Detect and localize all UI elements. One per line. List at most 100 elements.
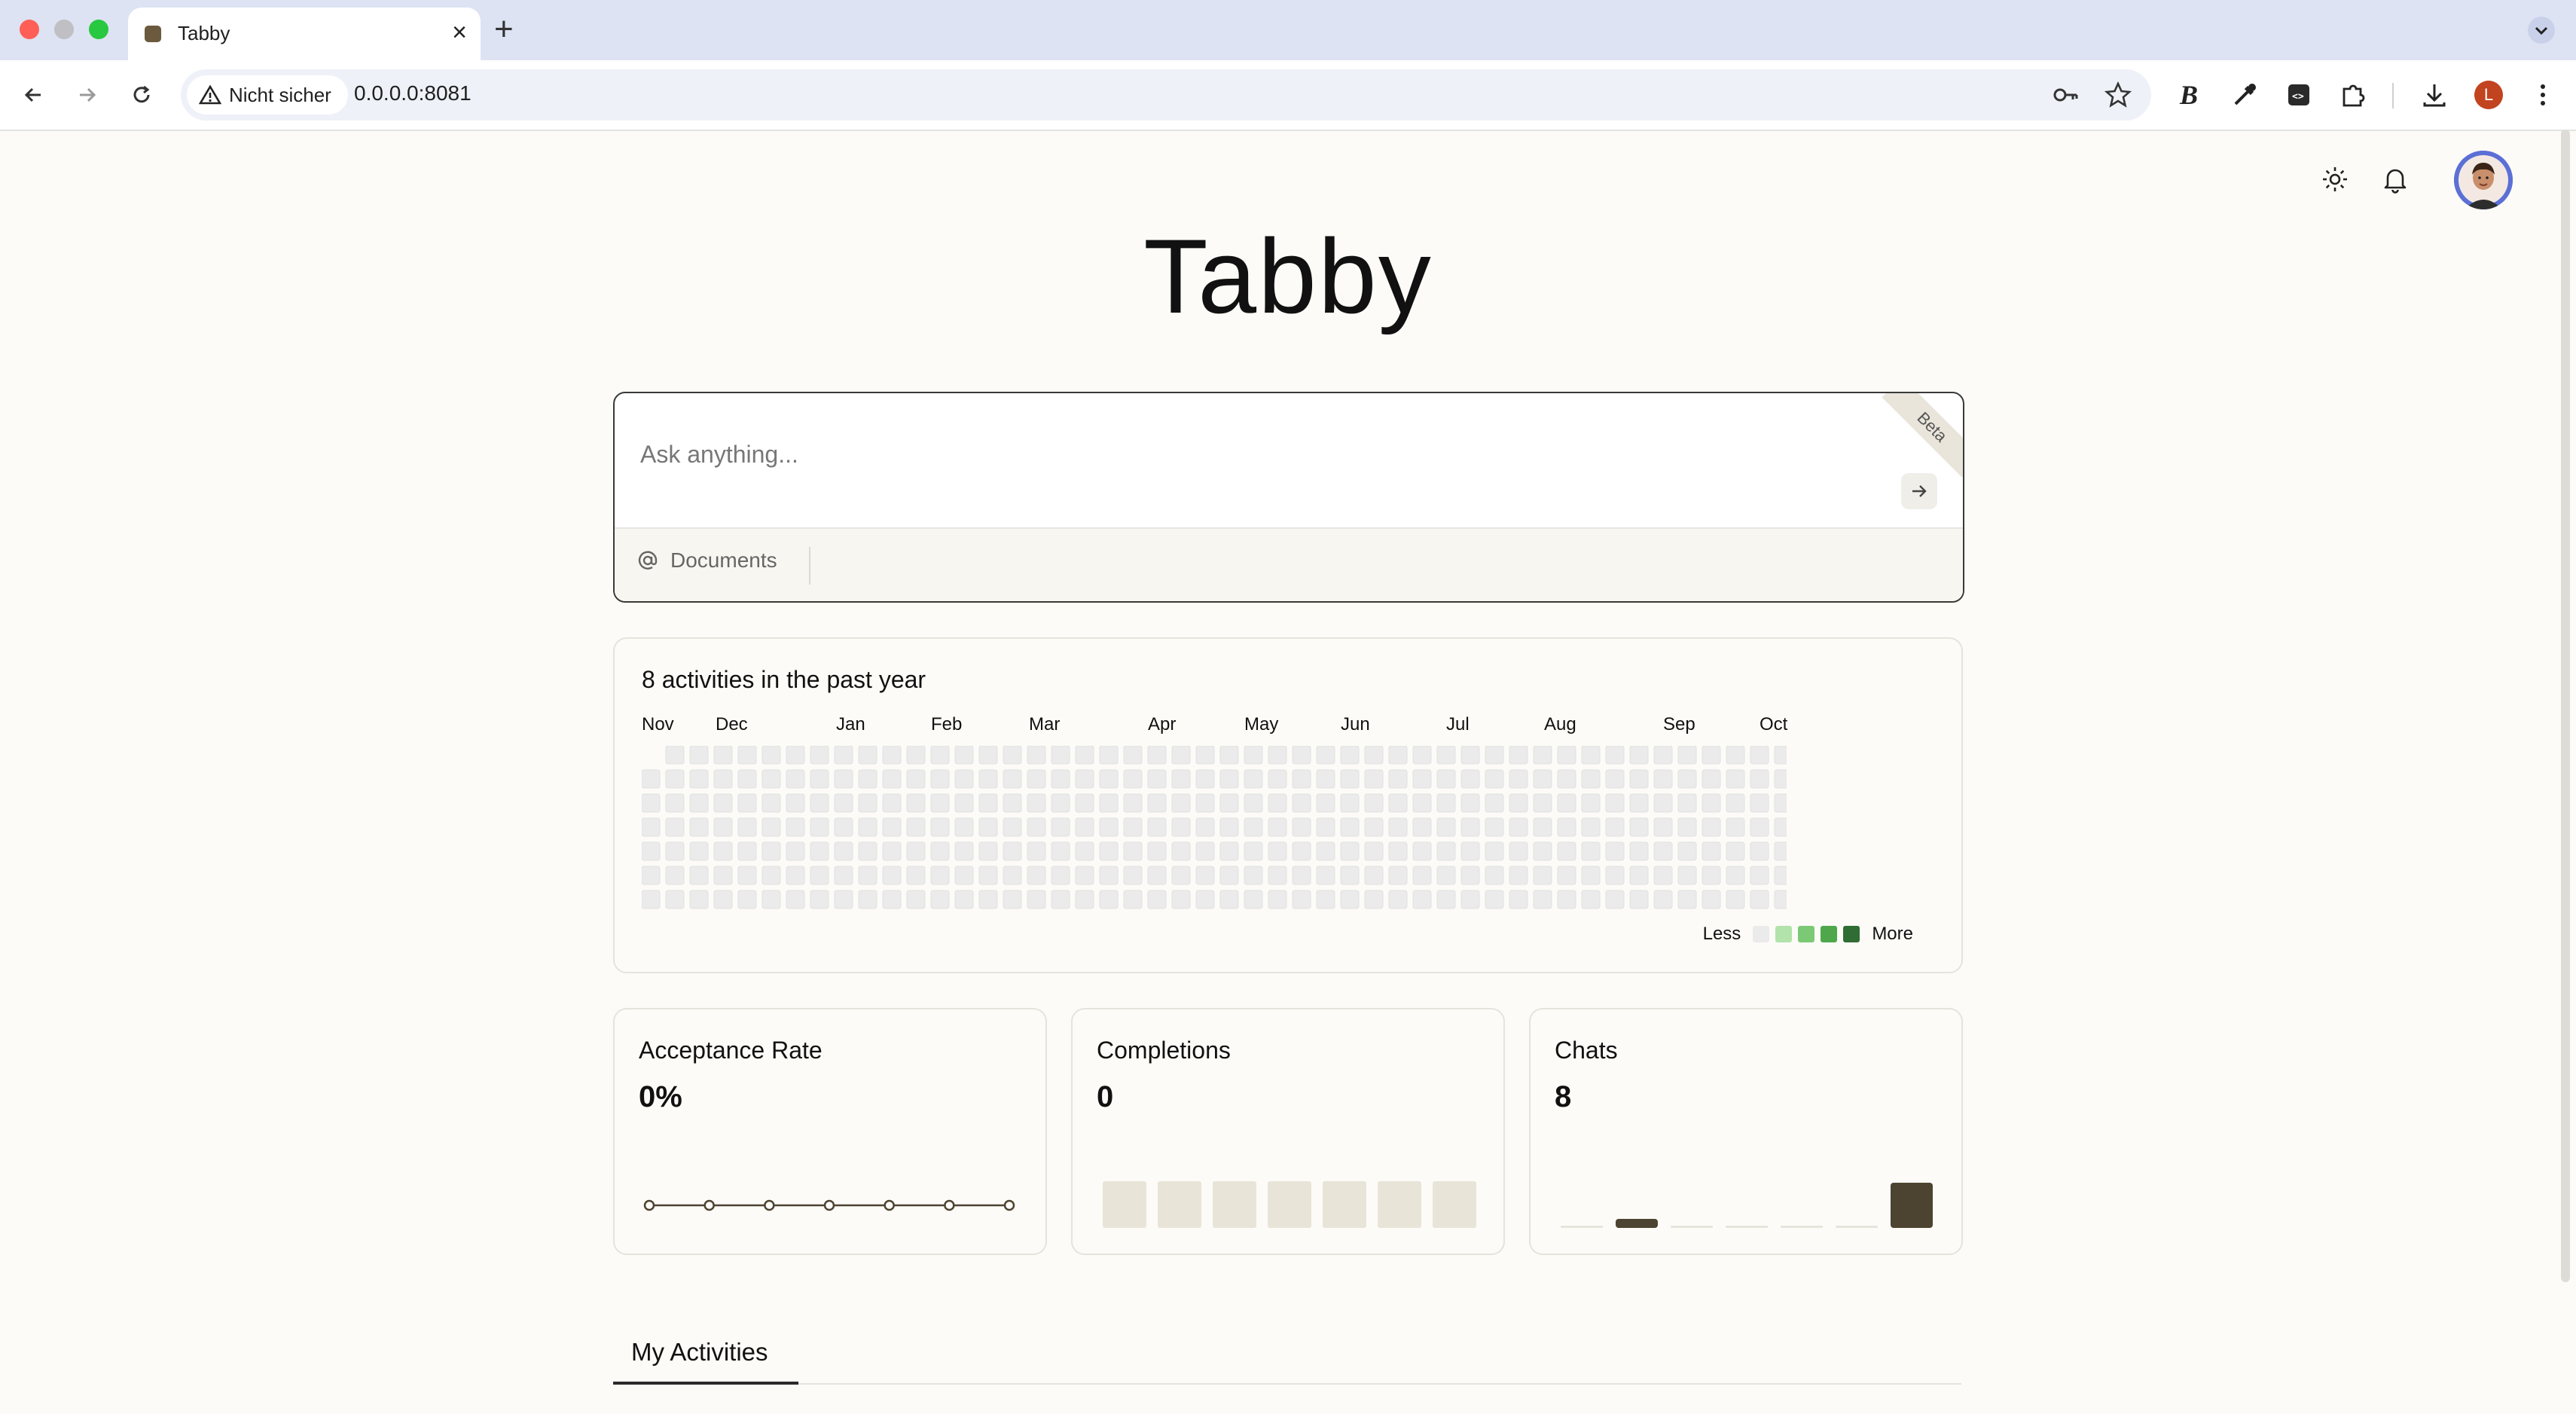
activity-day[interactable]	[1605, 841, 1625, 861]
activity-day[interactable]	[689, 866, 709, 885]
activity-day[interactable]	[762, 866, 781, 885]
activity-day[interactable]	[1509, 866, 1528, 885]
activity-day[interactable]	[1292, 769, 1311, 789]
acceptance-rate-point[interactable]	[643, 1199, 655, 1211]
activity-day[interactable]	[1533, 746, 1552, 765]
puzzle-extensions-icon[interactable]	[2335, 77, 2371, 113]
activity-day[interactable]	[930, 890, 950, 909]
activity-day[interactable]	[737, 793, 757, 813]
activity-day[interactable]	[1147, 890, 1167, 909]
activity-day[interactable]	[1316, 793, 1335, 813]
activity-day[interactable]	[1653, 769, 1673, 789]
activity-day[interactable]	[737, 817, 757, 837]
activity-day[interactable]	[1412, 841, 1432, 861]
downloads-icon[interactable]	[2416, 77, 2452, 113]
activity-day[interactable]	[858, 793, 877, 813]
completions-bar[interactable]	[1433, 1181, 1476, 1228]
activity-day[interactable]	[1702, 890, 1721, 909]
chats-bar[interactable]	[1726, 1226, 1768, 1228]
activity-day[interactable]	[665, 866, 685, 885]
activity-day[interactable]	[882, 817, 902, 837]
activity-day[interactable]	[1123, 890, 1143, 909]
activity-day[interactable]	[1460, 890, 1480, 909]
activity-day[interactable]	[906, 866, 926, 885]
activity-day[interactable]	[1292, 841, 1311, 861]
activity-day[interactable]	[1774, 817, 1787, 837]
activity-day[interactable]	[1412, 746, 1432, 765]
activity-day[interactable]	[762, 817, 781, 837]
activity-day[interactable]	[786, 841, 805, 861]
tab-search-button[interactable]	[2528, 17, 2555, 44]
activity-day[interactable]	[1726, 793, 1745, 813]
activity-day[interactable]	[858, 769, 877, 789]
activity-day[interactable]	[954, 866, 974, 885]
activity-day[interactable]	[1364, 793, 1384, 813]
activity-day[interactable]	[1003, 866, 1022, 885]
activity-day[interactable]	[1485, 841, 1504, 861]
activity-day[interactable]	[1268, 817, 1287, 837]
completions-bar[interactable]	[1103, 1181, 1146, 1228]
activity-day[interactable]	[1460, 841, 1480, 861]
activity-day[interactable]	[1195, 817, 1215, 837]
activity-day[interactable]	[978, 890, 998, 909]
activity-day[interactable]	[1364, 746, 1384, 765]
activity-day[interactable]	[1147, 866, 1167, 885]
activity-day[interactable]	[1244, 746, 1263, 765]
activity-day[interactable]	[1629, 793, 1649, 813]
window-maximize-button[interactable]	[89, 20, 108, 39]
activity-day[interactable]	[713, 841, 733, 861]
window-minimize-button[interactable]	[54, 20, 74, 39]
activity-day[interactable]	[1653, 890, 1673, 909]
activity-day[interactable]	[689, 793, 709, 813]
activity-day[interactable]	[1557, 890, 1576, 909]
window-close-button[interactable]	[20, 20, 39, 39]
activity-day[interactable]	[1774, 793, 1787, 813]
activity-day[interactable]	[1388, 866, 1408, 885]
activity-day[interactable]	[834, 817, 853, 837]
activity-day[interactable]	[1268, 769, 1287, 789]
activity-day[interactable]	[1292, 793, 1311, 813]
activity-day[interactable]	[1436, 841, 1456, 861]
activity-day[interactable]	[1244, 817, 1263, 837]
activity-day[interactable]	[1412, 769, 1432, 789]
activity-day[interactable]	[1388, 746, 1408, 765]
activity-day[interactable]	[665, 841, 685, 861]
activity-day[interactable]	[810, 866, 829, 885]
activity-day[interactable]	[1268, 890, 1287, 909]
acceptance-rate-point[interactable]	[884, 1199, 895, 1211]
activity-day[interactable]	[954, 841, 974, 861]
activity-day[interactable]	[786, 746, 805, 765]
activity-day[interactable]	[1412, 793, 1432, 813]
activity-day[interactable]	[978, 841, 998, 861]
activity-day[interactable]	[665, 793, 685, 813]
activity-day[interactable]	[1147, 793, 1167, 813]
activity-day[interactable]	[834, 890, 853, 909]
activity-day[interactable]	[954, 746, 974, 765]
activity-day[interactable]	[1244, 890, 1263, 909]
activity-day[interactable]	[689, 746, 709, 765]
activity-day[interactable]	[713, 793, 733, 813]
activity-day[interactable]	[954, 793, 974, 813]
activity-day[interactable]	[1388, 817, 1408, 837]
activity-day[interactable]	[1219, 841, 1239, 861]
activity-day[interactable]	[1581, 866, 1601, 885]
activity-day[interactable]	[1147, 746, 1167, 765]
completions-bar[interactable]	[1323, 1181, 1366, 1228]
activity-day[interactable]	[858, 890, 877, 909]
activity-day[interactable]	[1533, 841, 1552, 861]
activity-day[interactable]	[1244, 769, 1263, 789]
browser-tab-active[interactable]: Tabby ×	[128, 8, 481, 60]
activity-day[interactable]	[1485, 866, 1504, 885]
activity-day[interactable]	[1509, 890, 1528, 909]
activity-day[interactable]	[1123, 746, 1143, 765]
activity-day[interactable]	[1316, 866, 1335, 885]
activity-day[interactable]	[1171, 769, 1191, 789]
activity-day[interactable]	[1268, 793, 1287, 813]
activity-day[interactable]	[1557, 746, 1576, 765]
activity-day[interactable]	[1099, 746, 1119, 765]
activity-day[interactable]	[1219, 746, 1239, 765]
activity-day[interactable]	[1364, 817, 1384, 837]
password-key-icon[interactable]	[2050, 80, 2080, 110]
activity-day[interactable]	[1244, 793, 1263, 813]
completions-bar[interactable]	[1378, 1181, 1421, 1228]
